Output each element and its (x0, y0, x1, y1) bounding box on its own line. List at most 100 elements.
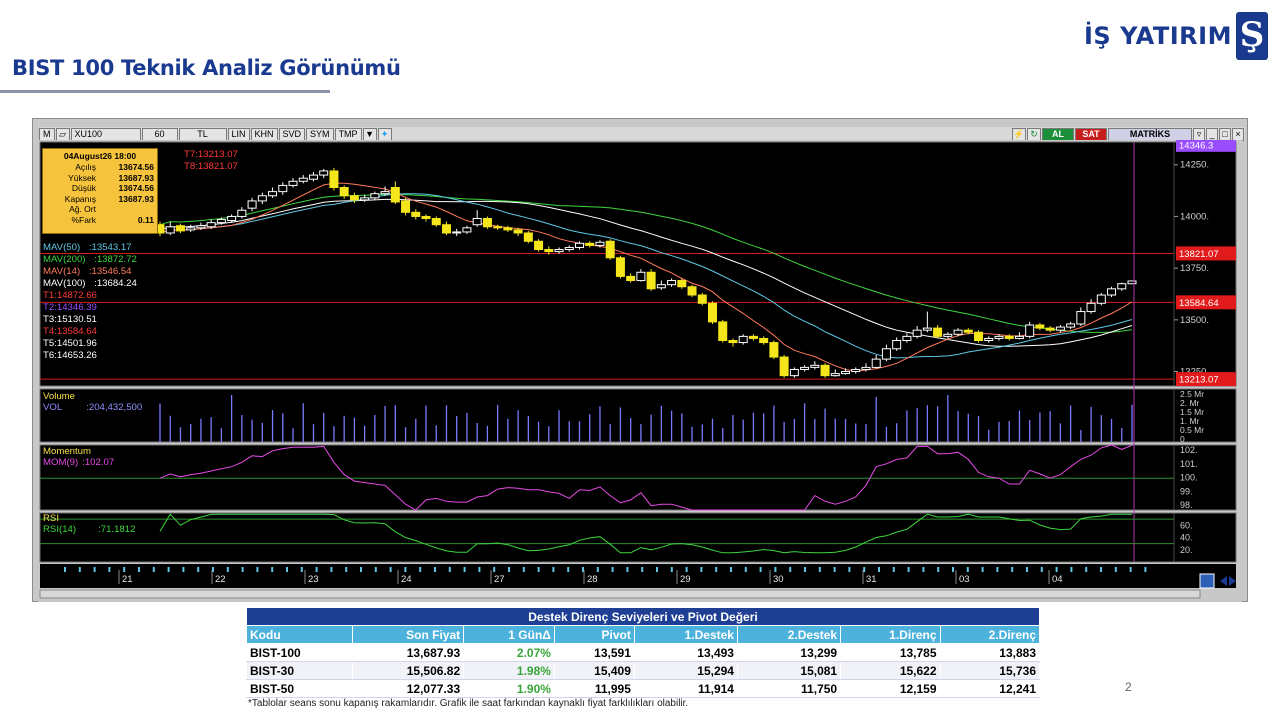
dropdown-arrow-icon[interactable]: ▼ (362, 127, 377, 141)
column-header: 1 GünΔ (463, 625, 555, 644)
candle (1014, 335, 1024, 339)
session-marker (626, 567, 629, 572)
session-marker (774, 567, 777, 572)
x-tick-label: 24 (401, 574, 412, 585)
infobox-row: Düşük 13674.56 (46, 183, 154, 194)
table-cell: 12,241 (939, 679, 1041, 698)
candle (595, 241, 605, 246)
page-title: BIST 100 Teknik Analiz Görünümü (12, 56, 401, 80)
candle (390, 186, 400, 203)
candle (349, 195, 359, 201)
session-marker (434, 567, 436, 572)
candle (994, 335, 1004, 339)
svd-button[interactable]: SVD (278, 127, 306, 141)
session-marker (123, 567, 126, 572)
x-tick-label: 21 (122, 574, 133, 585)
infobox-key: Yüksek (68, 172, 96, 183)
close-icon[interactable]: × (1232, 127, 1244, 141)
lin-button[interactable]: LIN (227, 127, 250, 141)
momentum-tick-label: 98. (1180, 500, 1193, 510)
candle (1035, 324, 1045, 329)
session-marker (833, 567, 836, 572)
session-marker (330, 567, 333, 572)
candle (237, 209, 247, 217)
table-row: BIST-50 12,077.33 1.90% 11,995 11,914 11… (246, 679, 1041, 698)
session-marker (389, 567, 392, 572)
target-label-t8: T8:13821.07 (184, 161, 238, 172)
symbol-field[interactable]: XU100 (70, 127, 141, 141)
infobox-row: Yüksek 13687.93 (46, 173, 154, 184)
price-tick-label: 14000. (1180, 211, 1209, 222)
khn-button[interactable]: KHN (250, 127, 278, 141)
session-marker (197, 567, 200, 572)
table-cell: 13,299 (736, 643, 842, 662)
candle (1096, 294, 1106, 304)
currency-field[interactable]: TL (178, 127, 227, 141)
candle (319, 170, 329, 176)
session-marker (256, 567, 259, 572)
table-cell: 13,493 (633, 643, 738, 662)
bolt-icon[interactable]: ⚡ (1012, 127, 1026, 141)
session-marker (1114, 567, 1117, 572)
window-menu-icon[interactable]: ▿ (1193, 127, 1205, 141)
legend-mav14: MAV(14) :13546.54 (43, 266, 132, 278)
x-tick-label: 03 (959, 574, 970, 585)
session-marker (448, 567, 451, 572)
infobox-row: %Fark 0.11 (46, 215, 154, 226)
candle (748, 335, 758, 339)
sell-button[interactable]: SAT (1075, 127, 1107, 141)
candle (482, 218, 492, 228)
infobox-key: Ağ. Ort (69, 204, 96, 214)
momentum-tick-label: 102. (1180, 445, 1198, 455)
column-header: 2.Destek (736, 625, 842, 644)
legend-t2: T2:14346.39 (43, 302, 97, 313)
minimize-icon[interactable]: _ (1206, 127, 1218, 141)
candle (186, 227, 196, 231)
session-marker (478, 567, 481, 572)
momentum-tick-label: 99. (1180, 486, 1193, 496)
legend-t6: T6:14653.26 (43, 350, 97, 361)
candle (759, 337, 769, 344)
table-cell: 15,736 (939, 661, 1041, 680)
session-marker (1055, 567, 1058, 572)
candle (626, 275, 636, 282)
column-header: 1.Direnç (840, 625, 941, 644)
period-field[interactable]: 60 (141, 127, 178, 141)
session-marker (241, 567, 244, 572)
chart-type-icon[interactable]: ▱ (55, 127, 70, 141)
refresh-icon[interactable]: ↻ (1027, 127, 1041, 141)
session-marker (700, 567, 703, 572)
candle (462, 227, 472, 233)
twitter-icon[interactable]: ✦ (377, 127, 392, 141)
candle (411, 211, 421, 217)
session-marker (315, 567, 318, 572)
price-chart[interactable]: 14250.14000.13750.13500.13250.14346.3138… (38, 140, 1242, 602)
candle (881, 348, 891, 360)
legend-t5: T5:14501.96 (43, 338, 97, 349)
candle (401, 200, 411, 213)
column-header: Kodu (246, 625, 353, 644)
session-marker (226, 567, 229, 572)
page-number: 2 (1125, 680, 1132, 694)
session-marker (670, 567, 673, 572)
buy-button[interactable]: AL (1042, 127, 1074, 141)
session-marker (300, 567, 303, 572)
menu-m-button[interactable]: M (39, 127, 55, 141)
tmp-button[interactable]: TMP (334, 127, 362, 141)
candle (922, 327, 932, 331)
sym-button[interactable]: SYM (306, 127, 334, 141)
price-panel (39, 141, 1237, 387)
session-marker (493, 567, 496, 572)
volume-tick-label: 0 (1180, 434, 1185, 444)
session-marker (64, 567, 66, 572)
maximize-icon[interactable]: □ (1219, 127, 1231, 141)
infobox-key: Kapanış (64, 193, 96, 204)
momentum-value: :102.07 (82, 457, 115, 468)
candle (605, 240, 615, 259)
momentum-panel (39, 444, 1237, 511)
candle (912, 329, 922, 337)
candle (1055, 326, 1065, 331)
session-marker (522, 567, 525, 572)
table-cell: 1.98% (463, 661, 555, 680)
candle (308, 174, 318, 180)
